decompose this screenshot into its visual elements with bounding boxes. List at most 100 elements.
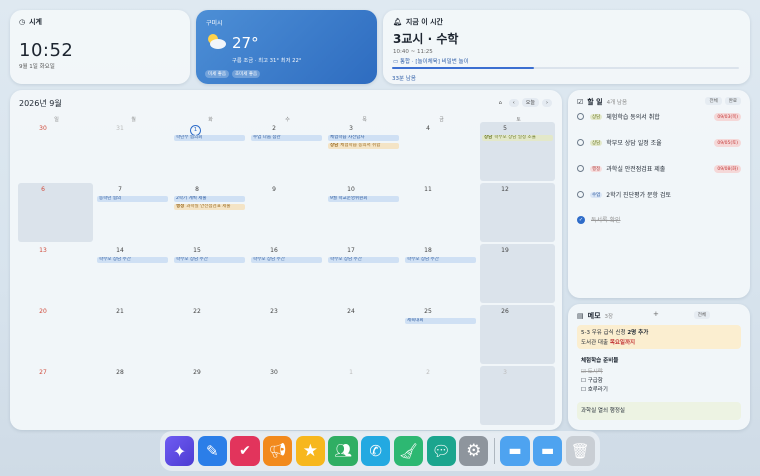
calendar-day[interactable]: 9 xyxy=(249,183,324,242)
calendar-day[interactable]: 13 xyxy=(18,244,93,303)
calendar-day[interactable]: 12 xyxy=(480,183,555,242)
calendar-event[interactable]: 체험학습 사전답사 xyxy=(328,135,399,141)
todo-item[interactable]: 상담 학부모 상담 일정 조율 09/05(토) xyxy=(577,138,741,147)
calendar-day[interactable]: 6 xyxy=(18,183,93,242)
calendar-day[interactable]: 29 xyxy=(172,366,247,425)
star-app-icon[interactable]: ★ xyxy=(295,436,325,466)
memo-count: 3장 xyxy=(604,314,614,320)
todo-item-done[interactable]: ✓ 독서록 확인 xyxy=(577,215,741,224)
todo-checkbox[interactable] xyxy=(577,139,584,146)
folder-icon[interactable]: ▬ xyxy=(500,436,530,466)
calendar-day[interactable]: 2 xyxy=(403,366,478,425)
calendar-day[interactable]: 17 학부모 상담 주간 xyxy=(326,244,401,303)
calendar-day[interactable]: 5 상담 학부모 상담 일정 조율 xyxy=(480,122,555,181)
todo-tab-done[interactable]: 완료 xyxy=(724,97,741,105)
calendar-day[interactable]: 19 xyxy=(480,244,555,303)
home-icon[interactable]: ⌂ xyxy=(495,99,506,107)
calendar-day[interactable]: 31 xyxy=(95,122,170,181)
calendar-event[interactable]: 상담 학부모 상담 일정 조율 xyxy=(482,135,553,141)
calendar-day[interactable]: 30 xyxy=(18,122,93,181)
clipboard-check-app-icon[interactable]: ✔ xyxy=(230,436,260,466)
calendar-day[interactable]: 14 학부모 상담 주간 xyxy=(95,244,170,303)
calendar-event[interactable]: 학년부 협의회 xyxy=(174,135,245,141)
calendar-day[interactable]: 3 체험학습 사전답사 상담 체험학습 동의서 취합 xyxy=(326,122,401,181)
calendar-day[interactable]: 4 xyxy=(403,122,478,181)
broom-app-icon[interactable]: 🧹︎ xyxy=(393,436,423,466)
memo-note[interactable]: 체험학습 준비물 ☑ 도시락 ☐ 구급함 ☐ 호루라기 xyxy=(577,353,741,399)
calendar-day[interactable]: 28 xyxy=(95,366,170,425)
calendar-day[interactable]: 2 수업 나눔 참관 xyxy=(249,122,324,181)
calendar-day[interactable]: 10 9월 학교운영위원회 xyxy=(326,183,401,242)
megaphone-app-icon[interactable]: 📢︎ xyxy=(263,436,293,466)
next-month-button[interactable]: › xyxy=(542,98,552,107)
calendar-event[interactable]: 행정 과학실 안전점검표 제출 xyxy=(174,204,245,210)
day-number: 2 xyxy=(426,369,430,376)
calendar-day[interactable]: 21 xyxy=(95,305,170,364)
calendar-event[interactable]: 9월 학교운영위원회 xyxy=(328,196,399,202)
calendar-event[interactable]: 수업 나눔 참관 xyxy=(251,135,322,141)
calendar-event[interactable]: 제육대회 xyxy=(405,318,476,324)
memo-tab-all[interactable]: 전체 xyxy=(693,311,710,319)
todo-checkbox[interactable] xyxy=(577,113,584,120)
todo-text: 학부모 상담 일정 조율 xyxy=(606,140,662,147)
weather-widget: 구미시 27° 구름 조금 · 최고 31° 최저 22° 미세 좋음 초미세 … xyxy=(196,10,377,84)
calendar-day[interactable]: 3 xyxy=(480,366,555,425)
calendar-event[interactable]: 동학년 협의 xyxy=(97,196,168,202)
class-progress-bar xyxy=(392,67,739,69)
calendar-day[interactable]: 1 학년부 협의회 xyxy=(172,122,247,181)
current-class-time: 10:40 ~ 11:25 xyxy=(393,49,433,55)
day-number: 29 xyxy=(193,369,201,376)
calendar-day[interactable]: 18 학부모 상담 주간 xyxy=(403,244,478,303)
calendar-event[interactable]: 2학기 계획 제출 xyxy=(174,196,245,202)
calendar-day[interactable]: 22 xyxy=(172,305,247,364)
calendar-day[interactable]: 30 xyxy=(249,366,324,425)
settings-gear-icon[interactable]: ⚙ xyxy=(459,436,489,466)
calendar-event[interactable]: 상담 체험학습 동의서 취합 xyxy=(328,143,399,149)
calendar-day[interactable]: 8 2학기 계획 제출 행정 과학실 안전점검표 제출 xyxy=(172,183,247,242)
calendar-event[interactable]: 학부모 상담 주간 xyxy=(97,257,168,263)
todo-item[interactable]: 상담 체험학습 동의서 취합 09/03(목) xyxy=(577,112,741,121)
current-class-widget[interactable]: 🔔︎ 지금 이 시간 3교시 · 수학 10:40 ~ 11:25 ▭ 통합 · … xyxy=(383,10,750,84)
phone-app-icon[interactable]: ✆ xyxy=(361,436,391,466)
day-number: 2 xyxy=(272,125,276,132)
weather-temp: 27° xyxy=(232,34,259,52)
calendar-event[interactable]: 학부모 상담 주간 xyxy=(174,257,245,263)
calendar-day[interactable]: 23 xyxy=(249,305,324,364)
trash-icon[interactable]: 🗑︎ xyxy=(565,436,595,466)
people-app-icon[interactable]: 👥︎ xyxy=(328,436,358,466)
current-class-name: 3교시 · 수학 xyxy=(393,32,459,46)
memo-note[interactable]: 5-3 우유 급식 신청 2명 추가 도서관 대출 목요일까지 xyxy=(577,325,741,349)
check-icon[interactable]: ✓ xyxy=(577,215,585,224)
calendar-day[interactable]: 7 동학년 협의 xyxy=(95,183,170,242)
today-button[interactable]: 오늘 xyxy=(521,98,539,107)
calendar-event[interactable]: 학부모 상담 주간 xyxy=(328,257,399,263)
pen-app-icon[interactable]: ✎ xyxy=(197,436,227,466)
calendar-day[interactable]: 15 학부모 상담 주간 xyxy=(172,244,247,303)
todo-item[interactable]: 수업 2학기 진단평가 문항 검토 xyxy=(577,190,741,199)
calendar-day[interactable]: 26 xyxy=(480,305,555,364)
memo-icon: ▤ xyxy=(577,312,584,320)
calendar-event[interactable]: 학부모 상담 주간 xyxy=(405,257,476,263)
todo-item[interactable]: 행정 과학실 안전점검표 제출 09/08(화) xyxy=(577,164,741,173)
day-number: 27 xyxy=(39,369,47,376)
todo-checkbox[interactable] xyxy=(577,165,584,172)
calendar-event[interactable]: 학부모 상담 주간 xyxy=(251,257,322,263)
calendar-day[interactable]: 27 xyxy=(18,366,93,425)
calendar-day[interactable]: 20 xyxy=(18,305,93,364)
calendar-day[interactable]: 1 xyxy=(326,366,401,425)
calendar-day[interactable]: 25 제육대회 xyxy=(403,305,478,364)
calendar-day[interactable]: 11 xyxy=(403,183,478,242)
add-memo-button[interactable]: + xyxy=(653,310,659,318)
memo-note[interactable]: 과학실 열쇠 행정실 xyxy=(577,402,741,420)
chat-app-icon[interactable]: 💬︎ xyxy=(426,436,456,466)
sparkle-app-icon[interactable]: ✦ xyxy=(165,436,195,466)
todo-tab-all[interactable]: 전체 xyxy=(705,97,722,105)
todo-text: 독서록 확인 xyxy=(591,217,621,224)
prev-month-button[interactable]: ‹ xyxy=(508,98,519,107)
calendar-day[interactable]: 16 학부모 상담 주간 xyxy=(249,244,324,303)
current-class-title: 지금 이 시간 xyxy=(405,18,443,26)
folder-icon[interactable]: ▬ xyxy=(533,436,563,466)
calendar-day[interactable]: 24 xyxy=(326,305,401,364)
todo-checkbox[interactable] xyxy=(577,191,584,198)
day-number: 12 xyxy=(501,186,509,193)
